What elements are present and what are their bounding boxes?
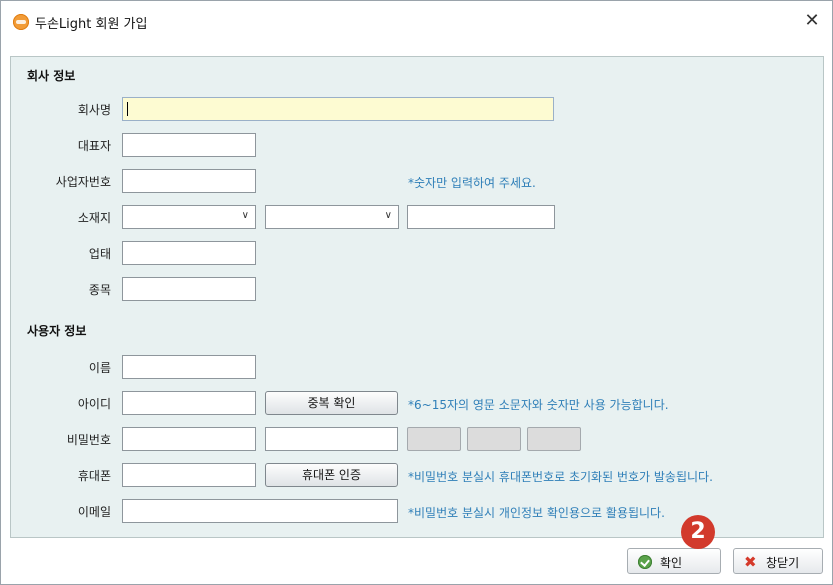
- dup-check-button[interactable]: 중복 확인: [265, 391, 398, 415]
- step-number-badge: 2: [681, 515, 715, 549]
- window-title: 두손Light 회원 가입: [35, 17, 148, 32]
- app-logo-icon: [13, 14, 29, 30]
- company-name-label: 회사명: [77, 103, 111, 117]
- password-strength-box-1: [407, 427, 461, 451]
- phone-verify-button[interactable]: 휴대폰 인증: [265, 463, 398, 487]
- location-select-1[interactable]: ∨: [122, 205, 256, 229]
- ceo-label: 대표자: [77, 139, 111, 153]
- chevron-down-icon: ∨: [384, 210, 392, 221]
- password-strength-box-3: [527, 427, 581, 451]
- close-icon[interactable]: ✕: [798, 7, 826, 35]
- chevron-down-icon: ∨: [241, 210, 249, 221]
- check-circle-icon: [638, 555, 652, 569]
- id-hint: *6~15자의 영문 소문자와 숫자만 사용 가능합니다.: [408, 398, 669, 412]
- text-caret: [127, 102, 128, 116]
- close-window-button-label: 창닫기: [766, 556, 800, 570]
- phone-label: 휴대폰: [77, 469, 111, 483]
- item-input[interactable]: [122, 277, 256, 301]
- close-window-button[interactable]: ✖ 창닫기: [733, 548, 823, 574]
- phone-hint: *비밀번호 분실시 휴대폰번호로 초기화된 번호가 발송됩니다.: [408, 470, 713, 484]
- biz-no-input[interactable]: [122, 169, 256, 193]
- biz-no-hint: *숫자만 입력하여 주세요.: [408, 176, 536, 190]
- title-bar: 두손Light 회원 가입 ✕: [1, 1, 832, 43]
- user-section-title: 사용자 정보: [27, 324, 87, 338]
- close-x-icon: ✖: [744, 553, 757, 571]
- ceo-input[interactable]: [122, 133, 256, 157]
- id-input[interactable]: [122, 391, 256, 415]
- ok-button[interactable]: 확인: [627, 548, 721, 574]
- item-label: 종목: [88, 283, 111, 297]
- form-panel: 회사 정보 회사명 대표자 사업자번호 *숫자만 입력하여 주세요. 소재지 ∨…: [10, 56, 824, 538]
- name-label: 이름: [88, 361, 111, 375]
- password-input[interactable]: [122, 427, 256, 451]
- email-label: 이메일: [77, 505, 111, 519]
- email-input[interactable]: [122, 499, 398, 523]
- company-name-input[interactable]: [122, 97, 554, 121]
- name-input[interactable]: [122, 355, 256, 379]
- location-label: 소재지: [77, 211, 111, 225]
- id-label: 아이디: [77, 397, 111, 411]
- password-label: 비밀번호: [66, 433, 111, 447]
- company-section-title: 회사 정보: [27, 69, 76, 83]
- password-strength-box-2: [467, 427, 521, 451]
- ok-button-label: 확인: [660, 556, 683, 570]
- signup-window: 두손Light 회원 가입 ✕ 회사 정보 회사명 대표자 사업자번호 *숫자만…: [0, 0, 833, 585]
- password-confirm-input[interactable]: [265, 427, 398, 451]
- biz-no-label: 사업자번호: [55, 175, 111, 189]
- email-hint: *비밀번호 분실시 개인정보 확인용으로 활용됩니다.: [408, 506, 665, 520]
- business-type-input[interactable]: [122, 241, 256, 265]
- phone-input[interactable]: [122, 463, 256, 487]
- business-type-label: 업태: [88, 247, 111, 261]
- location-detail-input[interactable]: [407, 205, 555, 229]
- location-select-2[interactable]: ∨: [265, 205, 399, 229]
